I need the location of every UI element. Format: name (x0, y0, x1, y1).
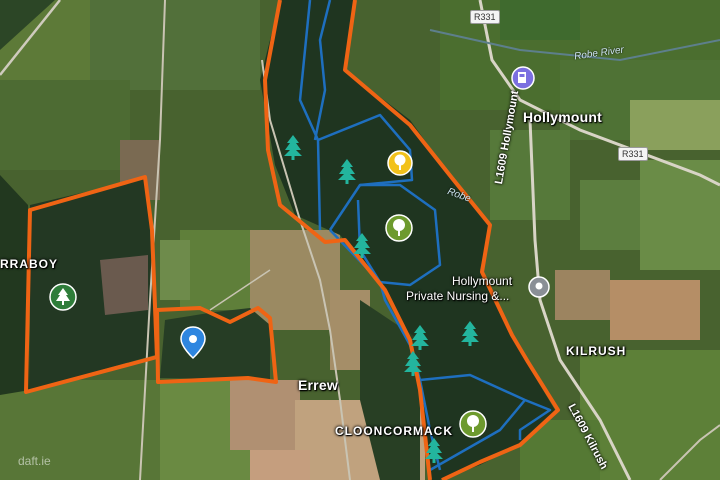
place-label-carraboy: RRABOY (0, 257, 59, 271)
road-badge-r331-top: R331 (470, 10, 500, 24)
conifer-tree-icon[interactable] (284, 135, 302, 160)
map-canvas[interactable]: Hollymount Errew KILRUSH CLOONCORMACK RR… (0, 0, 720, 480)
conifer-tree-icon[interactable] (461, 321, 479, 346)
location-pin-icon[interactable] (180, 326, 206, 360)
place-label-hollymount: Hollymount (523, 109, 602, 125)
watermark: daft.ie (18, 454, 51, 468)
conifer-tree-badge-icon[interactable] (49, 283, 77, 311)
conifer-tree-icon[interactable] (404, 351, 422, 376)
place-label-clooncormack: CLOONCORMACK (335, 424, 453, 438)
poi-marker-icon[interactable] (528, 276, 550, 298)
poi-label-line1: Hollymount (452, 274, 513, 288)
road-badge-r331-right: R331 (618, 147, 648, 161)
conifer-tree-icon[interactable] (411, 325, 429, 350)
conifer-tree-icon[interactable] (353, 233, 371, 258)
conifer-tree-icon[interactable] (425, 438, 443, 463)
conifer-tree-icon[interactable] (338, 159, 356, 184)
fuel-station-icon[interactable] (511, 66, 535, 90)
markers (49, 66, 550, 463)
deciduous-tree-icon[interactable] (459, 410, 487, 438)
place-label-errew: Errew (298, 377, 338, 393)
poi-label-line2: Private Nursing &... (406, 289, 510, 303)
place-label-kilrush: KILRUSH (566, 344, 627, 358)
deciduous-tree-yellow-icon[interactable] (387, 150, 413, 176)
deciduous-tree-icon[interactable] (385, 214, 413, 242)
